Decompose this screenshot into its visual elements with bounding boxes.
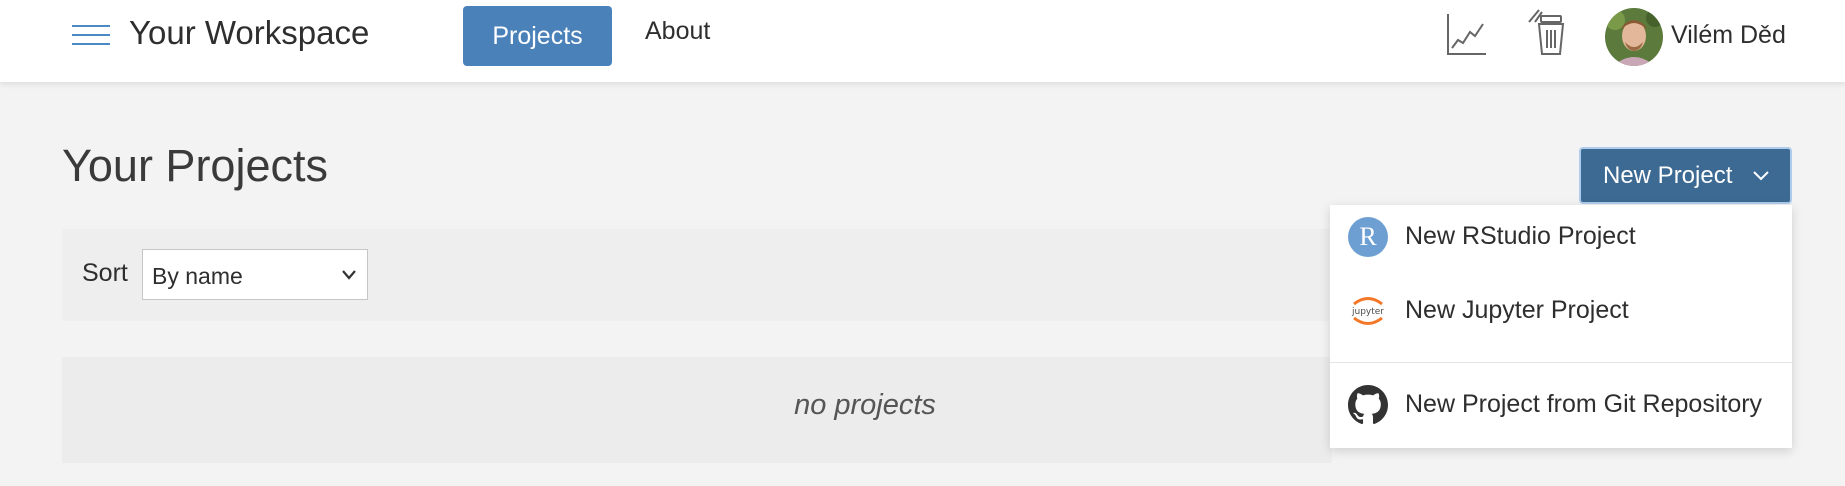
rstudio-icon: R [1348, 217, 1388, 257]
dropdown-item-rstudio[interactable]: R New RStudio Project [1330, 205, 1792, 269]
dropdown-item-label: New Project from Git Repository [1405, 390, 1763, 418]
dropdown-item-jupyter[interactable]: jupyter New Jupyter Project [1330, 279, 1792, 343]
new-project-label: New Project [1603, 161, 1733, 189]
nav-projects-button[interactable]: Projects [463, 6, 612, 66]
new-project-button[interactable]: New Project [1579, 147, 1792, 204]
chevron-down-icon [1753, 171, 1769, 181]
new-project-dropdown: R New RStudio Project jupyter New Jupyte… [1330, 205, 1792, 448]
github-icon [1348, 385, 1388, 425]
jupyter-icon-text: jupyter [1351, 307, 1384, 317]
dropdown-item-label: New RStudio Project [1405, 222, 1636, 250]
dropdown-item-git[interactable]: New Project from Git Repository [1330, 373, 1792, 437]
dropdown-divider [1330, 362, 1792, 363]
jupyter-icon: jupyter [1348, 291, 1388, 331]
top-navbar: Your Workspace Projects About Vilém Děd [0, 0, 1845, 82]
hamburger-menu-icon[interactable] [72, 25, 110, 45]
sort-label: Sort [82, 259, 128, 287]
dropdown-item-label: New Jupyter Project [1405, 296, 1629, 324]
nav-about-link[interactable]: About [645, 17, 710, 46]
brand-title[interactable]: Your Workspace [129, 14, 369, 52]
sort-bar: Sort By name [62, 229, 1332, 321]
trash-icon[interactable] [1525, 8, 1567, 56]
sort-selected-value: By name [152, 263, 243, 289]
line-chart-icon[interactable] [1446, 12, 1488, 56]
sort-select[interactable]: By name [142, 249, 368, 300]
page-title: Your Projects [62, 140, 328, 191]
avatar[interactable] [1605, 8, 1663, 66]
user-name[interactable]: Vilém Děd [1671, 21, 1786, 50]
chevron-down-icon [342, 270, 356, 280]
